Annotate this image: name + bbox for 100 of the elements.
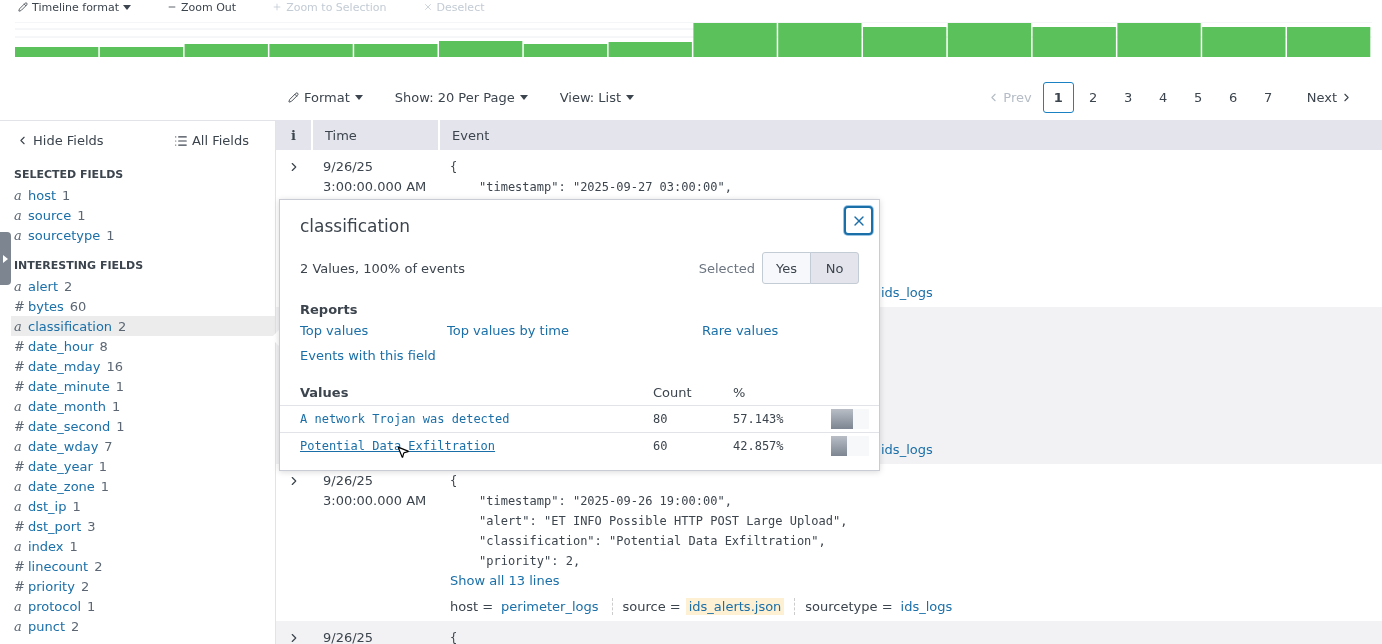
field-item[interactable]: a dst_ip 1 [11,496,275,516]
pencil-icon [288,91,299,103]
field-type-icon: a [14,538,22,554]
value-count: 80 [653,412,669,426]
close-icon [422,2,433,12]
event-line: "timestamp": "2025-09-26 19:00:00", [478,493,733,510]
report-link[interactable]: Events with this field [300,348,436,363]
show-all-link[interactable]: Show all 13 lines [450,571,560,591]
meta-value[interactable]: ids_logs [878,284,936,301]
field-type-icon: # [14,418,22,434]
meta-value[interactable]: ids_logs [897,598,956,615]
field-type-icon: a [14,478,22,494]
page-button[interactable]: 1 [1042,81,1074,113]
event-line: { [450,159,459,176]
field-type-icon: # [14,558,22,574]
field-item[interactable]: # date_second 1 [11,416,275,436]
values-column-header: Count [653,385,693,400]
event-time: 9/26/25 [323,629,375,644]
page-button[interactable]: 5 [1182,81,1214,113]
event-line: "priority": 2, [478,553,582,570]
event-line: "alert": "ET INFO Possible HTTP POST Large Upload", [478,513,849,530]
toolbar-button[interactable]: Timeline format [18,0,131,14]
caret-icon [122,4,131,10]
field-type-icon: # [14,338,22,354]
report-link[interactable]: Rare values [702,323,779,338]
field-type-icon: a [14,187,22,203]
page-button[interactable]: 6 [1217,81,1249,113]
event-time: 3:00:00.000 AM [323,492,426,510]
field-item[interactable]: # date_mday 16 [11,356,275,376]
field-item[interactable]: # linecount 2 [11,556,275,576]
field-type-icon: a [14,498,22,514]
value-link[interactable]: A network Trojan was detected [300,412,510,426]
field-item[interactable]: # date_minute 1 [11,376,275,396]
summary-text: 2 Values, 100% of events [300,260,465,276]
field-type-icon: a [14,598,22,614]
field-item[interactable]: a date_month 1 [11,396,275,416]
selected-label: Selected [698,260,755,276]
field-item[interactable]: a host 1 [11,185,275,205]
value-percent: 42.857% [733,439,785,453]
event-line: "classification": "Potential Data Exfiltration", [478,533,827,550]
page-button[interactable]: 4 [1147,81,1179,113]
field-type-icon: # [14,458,22,474]
pencil-icon [18,2,28,12]
field-item[interactable]: # date_year 1 [11,456,275,476]
field-item[interactable]: a protocol 1 [11,596,275,616]
field-type-icon: a [14,207,22,223]
event-time: 9/26/25 [323,472,375,490]
field-item[interactable]: # priority 2 [11,576,275,596]
field-item[interactable]: a source 1 [11,205,275,225]
meta-value[interactable]: ids_alerts.json [685,598,785,615]
field-item[interactable]: a punct 2 [11,616,275,636]
meta-key: sourcetype = [805,599,893,614]
field-item[interactable]: a index 1 [11,536,275,556]
field-type-icon: a [14,278,22,294]
page-button[interactable]: 3 [1112,81,1144,113]
field-item[interactable]: # dst_port 3 [11,516,275,536]
field-item[interactable]: # date_hour 8 [11,336,275,356]
meta-value[interactable]: perimeter_logs [498,598,602,615]
event-line: { [450,473,459,490]
event-line: { [450,630,459,644]
section-title: INTERESTING FIELDS [13,258,145,274]
field-type-icon: a [14,227,22,243]
report-link[interactable]: Top values by time [447,323,569,338]
section-title: SELECTED FIELDS [13,167,125,183]
value-count: 60 [653,439,669,453]
field-item[interactable]: a sourcetype 1 [11,225,275,245]
field-item[interactable]: a date_zone 1 [11,476,275,496]
sidebar-handle[interactable] [0,232,11,285]
field-item[interactable]: a classification 2 [11,316,275,336]
meta-value[interactable]: ids_logs [878,441,936,458]
reports-heading: Reports [300,302,359,317]
field-item[interactable]: # bytes 60 [11,296,275,316]
column-header: i [290,126,297,145]
page-button[interactable]: 7 [1252,81,1284,113]
list-icon [173,133,188,148]
close-button[interactable] [844,206,873,235]
field-type-icon: # [14,518,22,534]
hide-fields-button[interactable]: Hide Fields [16,133,104,148]
all-fields-button[interactable]: All Fields [173,133,249,148]
field-type-icon: # [14,358,22,374]
field-type-icon: a [14,618,22,634]
format-menu[interactable]: Format [288,89,363,105]
next-page-button[interactable]: Next [1299,81,1360,113]
field-type-icon: a [14,438,22,454]
values-column-header: Values [300,385,350,400]
values-column-header: % [733,385,747,400]
report-link[interactable]: Top values [300,323,369,338]
value-link[interactable]: Potential Data Exfiltration [300,439,496,453]
toggle-option[interactable]: No [810,252,859,284]
meta-key: source = [622,599,681,614]
toggle-option[interactable]: Yes [762,252,811,284]
field-item[interactable]: a date_wday 7 [11,436,275,456]
view-menu[interactable]: View: List [559,89,635,105]
toolbar-button[interactable]: Zoom Out [166,0,237,14]
page-button[interactable]: 2 [1077,81,1109,113]
per-page-menu[interactable]: Show: 20 Per Page [394,89,528,105]
event-time: 9/26/25 [323,158,375,176]
field-item[interactable]: a alert 2 [11,276,275,296]
event-time: 3:00:00.000 AM [323,178,426,196]
value-percent: 57.143% [733,412,785,426]
